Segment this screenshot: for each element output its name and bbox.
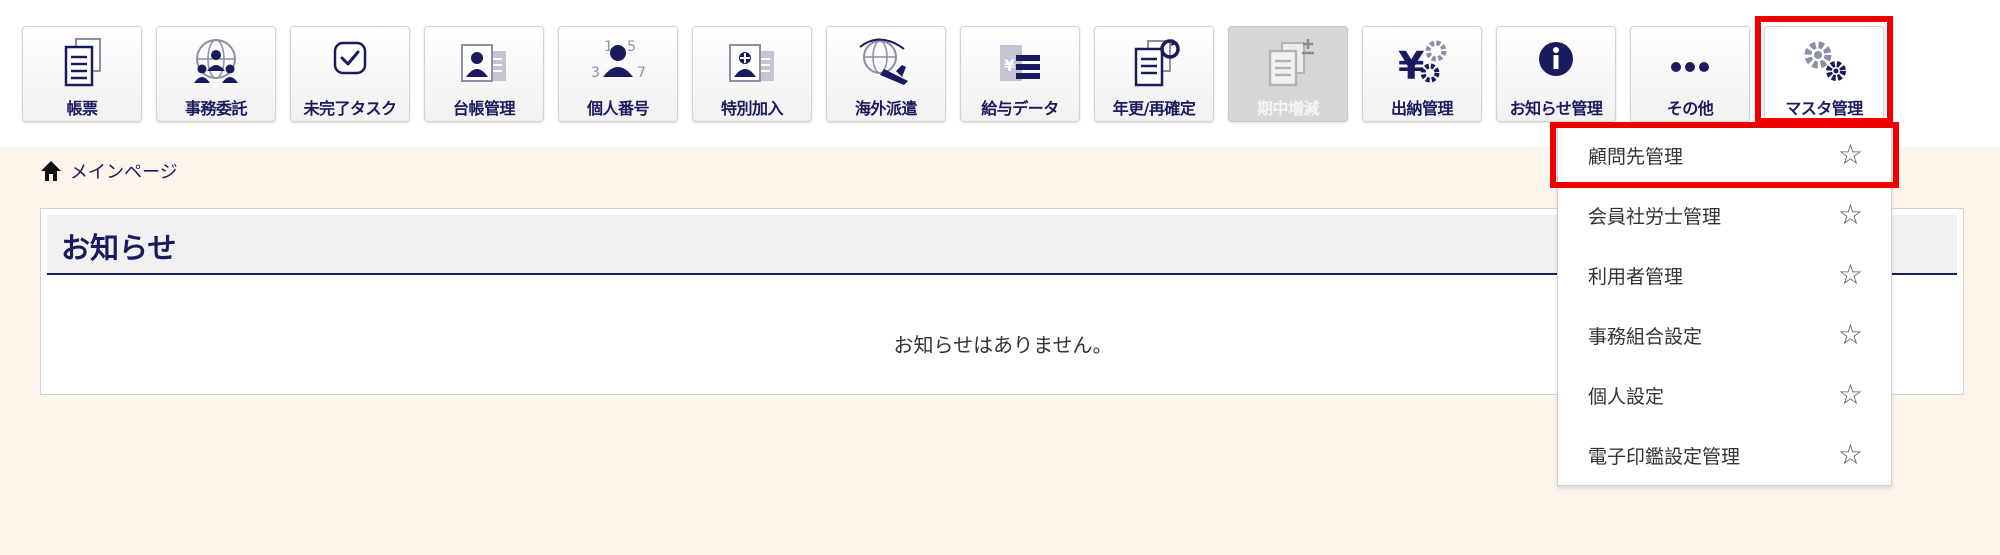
favorite-star-icon[interactable]: ☆ (1838, 321, 1863, 349)
toolbar-button-salary-data[interactable]: ¥ 給与データ (960, 26, 1080, 122)
svg-text:¥: ¥ (1398, 44, 1424, 88)
toolbar-label: 給与データ (981, 99, 1059, 118)
menu-item-label: 会員社労士管理 (1588, 205, 1722, 228)
info-icon (1539, 42, 1573, 76)
breadcrumb: メインページ (40, 158, 178, 184)
toolbar-label: 年更/再確定 (1112, 99, 1196, 118)
document-refresh-icon (1134, 39, 1180, 87)
favorite-star-icon[interactable]: ☆ (1838, 141, 1863, 169)
menu-item-user-management[interactable]: 利用者管理 ☆ (1558, 245, 1891, 305)
favorite-star-icon[interactable]: ☆ (1838, 261, 1863, 289)
toolbar-label: 事務委託 (184, 99, 248, 118)
notice-title: お知らせ (61, 231, 177, 265)
toolbar-label: 特別加入 (720, 99, 784, 118)
toolbar-button-cash-management[interactable]: ¥ 出納管理 (1362, 26, 1482, 122)
toolbar-button-ledger[interactable]: 台帳管理 (424, 26, 544, 122)
special-card-icon (729, 44, 774, 82)
master-management-dropdown: 顧問先管理 ☆ 会員社労士管理 ☆ 利用者管理 ☆ 事務組合設定 ☆ 個人設定 … (1557, 124, 1892, 486)
toolbar-label: お知らせ管理 (1509, 99, 1603, 118)
favorite-star-icon[interactable]: ☆ (1838, 201, 1863, 229)
menu-item-label: 事務組合設定 (1588, 325, 1703, 348)
yen-gear-icon: ¥ (1398, 40, 1447, 88)
toolbar-label: 台帳管理 (452, 99, 516, 118)
toolbar-label: 海外派遣 (854, 99, 918, 118)
breadcrumb-link-main-page[interactable]: メインページ (70, 158, 178, 184)
checkbox-task-icon (333, 41, 367, 75)
toolbar-button-special-enrollment[interactable]: 特別加入 (692, 26, 812, 122)
toolbar-button-incomplete-tasks[interactable]: 未完了タスク (290, 26, 410, 122)
ellipsis-icon (1671, 62, 1709, 72)
globe-airplane-icon (859, 38, 908, 85)
toolbar-label: 期中増減 (1256, 99, 1320, 118)
id-card-icon (461, 44, 506, 82)
toolbar-label: 帳票 (66, 99, 98, 118)
toolbar-button-annual-update[interactable]: 年更/再確定 (1094, 26, 1214, 122)
document-plus-minus-icon (1268, 39, 1314, 87)
toolbar-button-personal-number[interactable]: 1 5 3 7 個人番号 (558, 26, 678, 122)
toolbar-button-forms[interactable]: 帳票 (22, 26, 142, 122)
menu-item-member-sharoushi-management[interactable]: 会員社労士管理 ☆ (1558, 185, 1891, 245)
favorite-star-icon[interactable]: ☆ (1838, 441, 1863, 469)
svg-text:¥: ¥ (1004, 56, 1015, 75)
svg-text:7: 7 (637, 65, 646, 81)
toolbar-label: その他 (1666, 99, 1714, 118)
toolbar-button-midterm-change[interactable]: 期中増減 (1228, 26, 1348, 122)
person-number-icon: 1 5 3 7 (591, 39, 646, 81)
toolbar-button-master-management[interactable]: マスタ管理 (1764, 26, 1884, 122)
favorite-star-icon[interactable]: ☆ (1838, 381, 1863, 409)
toolbar-button-office-consignment[interactable]: 事務委託 (156, 26, 276, 122)
toolbar-label: 未完了タスク (303, 99, 397, 118)
svg-text:5: 5 (627, 39, 636, 55)
toolbar-button-others[interactable]: その他 (1630, 26, 1750, 122)
toolbar-label: マスタ管理 (1785, 99, 1863, 118)
document-list-icon (64, 38, 101, 87)
toolbar-button-overseas-dispatch[interactable]: 海外派遣 (826, 26, 946, 122)
svg-text:3: 3 (591, 65, 600, 81)
toolbar-button-notice-management[interactable]: お知らせ管理 (1496, 26, 1616, 122)
home-icon[interactable] (40, 160, 62, 182)
menu-item-client-management[interactable]: 顧問先管理 ☆ (1558, 125, 1891, 185)
menu-item-personal-settings[interactable]: 個人設定 ☆ (1558, 365, 1891, 425)
menu-item-label: 個人設定 (1588, 385, 1665, 408)
menu-item-label: 顧問先管理 (1588, 145, 1684, 168)
salary-data-icon: ¥ (1000, 45, 1040, 81)
menu-item-label: 利用者管理 (1588, 265, 1684, 288)
menu-item-electronic-seal-settings[interactable]: 電子印鑑設定管理 ☆ (1558, 425, 1891, 485)
toolbar-label: 出納管理 (1390, 99, 1454, 118)
menu-item-label: 電子印鑑設定管理 (1588, 445, 1741, 468)
gears-icon (1804, 41, 1846, 81)
menu-item-labor-association-settings[interactable]: 事務組合設定 ☆ (1558, 305, 1891, 365)
globe-people-icon (194, 39, 238, 83)
toolbar-label: 個人番号 (586, 99, 650, 118)
